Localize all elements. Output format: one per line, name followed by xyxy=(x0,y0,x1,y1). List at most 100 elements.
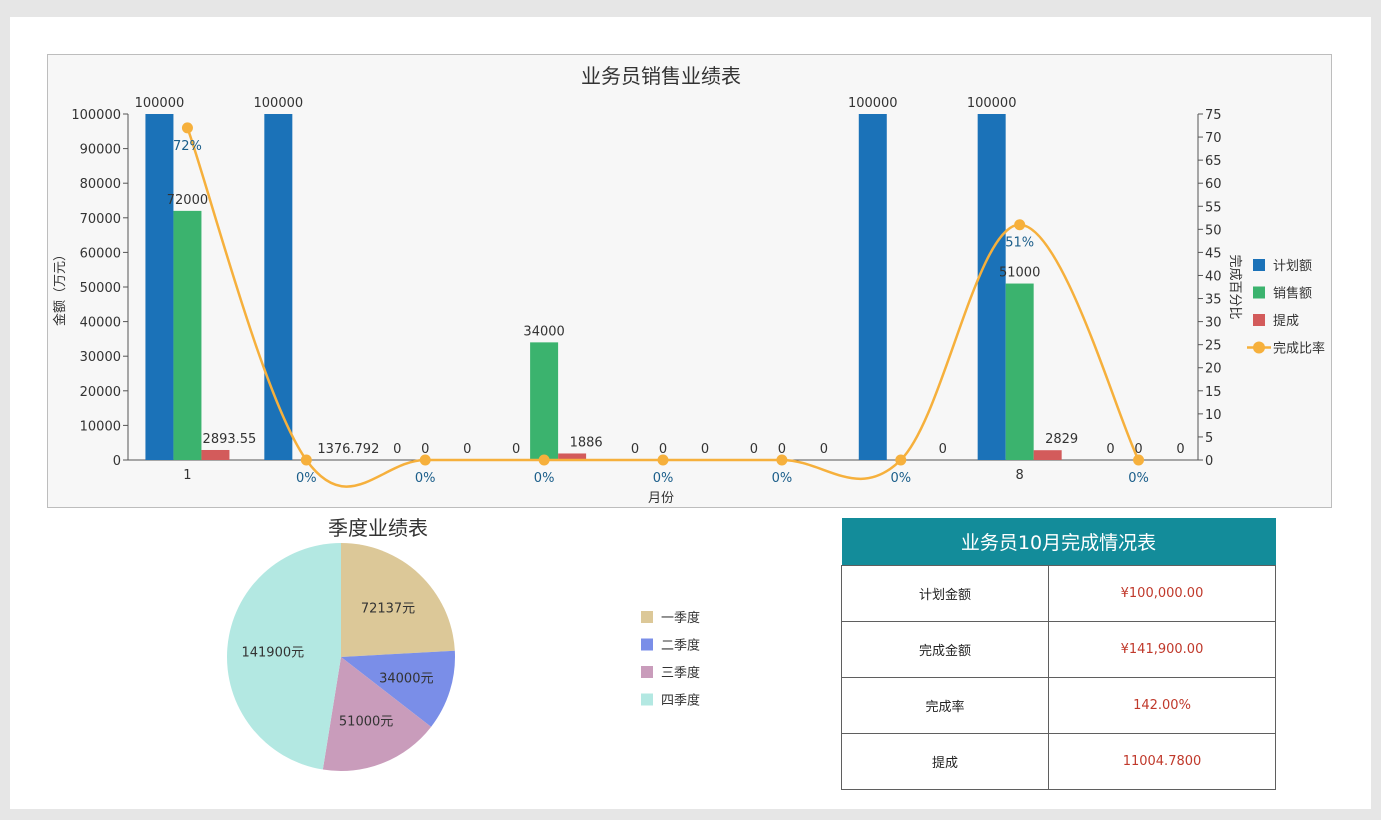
legend-label: 计划额 xyxy=(1273,259,1312,274)
y-axis-title-right: 完成百分比 xyxy=(1227,254,1242,319)
report-value: ¥100,000.00 xyxy=(1048,565,1276,622)
bar-chart: 业务员销售业绩表01000020000300004000050000600007… xyxy=(52,64,1325,506)
y-tick-label-left: 40000 xyxy=(80,316,121,331)
bar-data-label: 0 xyxy=(939,442,947,457)
report-value: 142.00% xyxy=(1048,677,1276,734)
pie-data-label: 34000元 xyxy=(379,671,433,686)
bar-commission xyxy=(1033,450,1062,460)
bar-data-label: 0 xyxy=(512,442,520,457)
y-tick-label-right: 55 xyxy=(1205,200,1222,215)
bar-data-label: 0 xyxy=(463,442,471,457)
bar-plan xyxy=(858,114,887,460)
pie-data-label: 141900元 xyxy=(241,646,304,661)
y-tick-label-left: 20000 xyxy=(80,385,121,400)
report-label: 计划金额 xyxy=(841,565,1049,622)
y-tick-label-left: 30000 xyxy=(80,350,121,365)
table-row: 完成率 142.00% xyxy=(841,677,1276,734)
y-tick-label-right: 35 xyxy=(1205,293,1222,308)
y-tick-label-left: 90000 xyxy=(80,143,121,158)
y-tick-label-right: 0 xyxy=(1205,454,1213,469)
pie-legend-label: 四季度 xyxy=(661,693,700,709)
y-tick-label-right: 15 xyxy=(1205,385,1222,400)
report-title: 业务员10月完成情况表 xyxy=(841,518,1276,566)
report-value: ¥141,900.00 xyxy=(1048,621,1276,678)
bar-plan xyxy=(977,114,1006,460)
bar-data-label: 2893.55 xyxy=(203,432,257,447)
bar-data-label: 100000 xyxy=(967,96,1017,111)
completion-rate-point xyxy=(419,454,431,466)
pie-legend-label: 二季度 xyxy=(661,638,700,654)
legend-swatch xyxy=(1253,286,1265,299)
bar-data-label: 100000 xyxy=(848,96,898,111)
y-tick-label-right: 70 xyxy=(1205,131,1222,146)
completion-rate-label: 0% xyxy=(534,471,555,486)
y-tick-label-left: 0 xyxy=(113,454,121,469)
legend-label: 提成 xyxy=(1273,313,1299,329)
bar-data-label: 0 xyxy=(393,442,401,457)
chart-title: 业务员销售业绩表 xyxy=(581,64,741,88)
completion-rate-point xyxy=(181,122,193,134)
bar-data-label: 0 xyxy=(820,442,828,457)
pie-legend-swatch xyxy=(641,638,653,651)
y-axis-title-left: 金额（万元） xyxy=(52,248,68,326)
bar-data-label: 34000 xyxy=(523,324,564,339)
completion-rate-label: 72% xyxy=(173,139,202,154)
bar-data-label: 0 xyxy=(1106,442,1114,457)
y-tick-label-left: 50000 xyxy=(80,281,121,296)
table-row: 计划金额 ¥100,000.00 xyxy=(841,565,1276,622)
bar-commission xyxy=(201,449,230,460)
completion-rate-point xyxy=(1133,454,1145,466)
y-tick-label-right: 75 xyxy=(1205,108,1222,123)
completion-rate-label: 0% xyxy=(296,471,317,486)
bar-sales xyxy=(1005,283,1034,460)
y-tick-label-right: 25 xyxy=(1205,339,1222,354)
completion-rate-point xyxy=(657,454,669,466)
y-tick-label-right: 65 xyxy=(1205,154,1222,169)
y-tick-label-right: 30 xyxy=(1205,316,1222,331)
pie-legend-swatch xyxy=(641,666,653,678)
bar-data-label: 72000 xyxy=(167,193,208,208)
bar-plan xyxy=(145,114,174,460)
y-tick-label-right: 50 xyxy=(1205,223,1222,238)
legend-swatch xyxy=(1253,314,1265,326)
table-row: 完成金额 ¥141,900.00 xyxy=(841,621,1276,678)
completion-rate-label: 0% xyxy=(1128,471,1149,486)
bar-data-label: 0 xyxy=(631,442,639,457)
bar-data-label: 0 xyxy=(701,442,709,457)
table-row: 提成 11004.7800 xyxy=(841,733,1276,790)
bar-data-label: 51000 xyxy=(999,266,1040,281)
completion-rate-label: 0% xyxy=(772,471,793,486)
y-tick-label-right: 5 xyxy=(1205,431,1213,446)
pie-data-label: 51000元 xyxy=(339,715,393,730)
pie-title: 季度业绩表 xyxy=(328,516,428,540)
bar-data-label: 2829 xyxy=(1045,432,1078,447)
pie-data-label: 72137元 xyxy=(361,601,415,616)
completion-rate-label: 0% xyxy=(415,471,436,486)
pie-legend-swatch xyxy=(641,611,653,623)
completion-rate-label: 0% xyxy=(890,471,911,486)
pie-slice xyxy=(341,543,455,657)
completion-rate-point xyxy=(1014,219,1026,231)
bar-data-label: 0 xyxy=(750,442,758,457)
completion-report-table: 业务员10月完成情况表 计划金额 ¥100,000.00 完成金额 ¥141,9… xyxy=(841,518,1276,790)
y-tick-label-right: 20 xyxy=(1205,362,1222,377)
legend-label: 销售额 xyxy=(1273,286,1312,302)
completion-rate-point xyxy=(895,454,907,466)
y-tick-label-left: 70000 xyxy=(80,212,121,227)
completion-rate-label: 0% xyxy=(653,471,674,486)
bar-sales xyxy=(173,210,202,460)
legend-marker xyxy=(1253,341,1265,354)
y-tick-label-right: 45 xyxy=(1205,246,1222,261)
y-tick-label-left: 10000 xyxy=(80,419,121,434)
report-label: 完成率 xyxy=(841,677,1049,734)
bar-chart-panel: 业务员销售业绩表 0 10000 20000 30000 40000 50000 60000 7… xyxy=(47,54,1332,508)
pie-chart: 季度业绩表 72137元 34000元 51000元 141900元 一季度二季度三季度四… xyxy=(227,516,700,771)
report-label: 完成金额 xyxy=(841,621,1049,678)
bar-data-label: 1886 xyxy=(570,435,603,450)
y-tick-label-left: 80000 xyxy=(80,177,121,192)
y-tick-label-left: 100000 xyxy=(71,108,121,123)
bar-data-label: 0 xyxy=(1176,442,1184,457)
bar-data-label: 1376.792 xyxy=(317,442,379,457)
y-tick-label-left: 60000 xyxy=(80,246,121,261)
y-tick-label-right: 10 xyxy=(1205,408,1222,423)
